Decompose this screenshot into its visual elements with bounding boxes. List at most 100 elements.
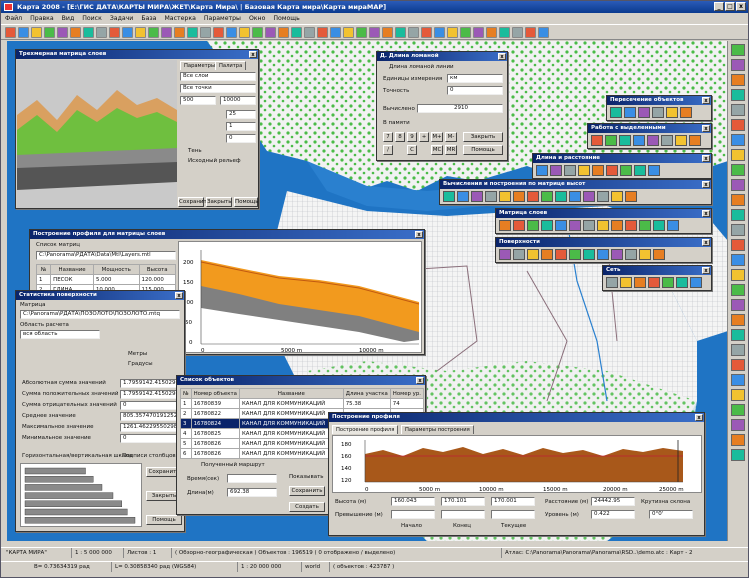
- length-help-button[interactable]: Помощь: [463, 145, 503, 155]
- tool-icon[interactable]: [620, 277, 632, 288]
- toolbar-tool-icon[interactable]: [317, 27, 328, 38]
- close-button[interactable]: x: [736, 2, 746, 11]
- toolbar-tool-icon[interactable]: [44, 27, 55, 38]
- toolbar-tool-icon[interactable]: [135, 27, 146, 38]
- tool-icon[interactable]: [536, 165, 548, 176]
- tool-icon[interactable]: [555, 191, 567, 202]
- tool-icon[interactable]: [620, 165, 632, 176]
- menu-view[interactable]: Вид: [62, 13, 75, 24]
- radio-degrees[interactable]: Градусы: [128, 361, 153, 367]
- tool-icon[interactable]: [555, 249, 567, 260]
- side-tool-icon[interactable]: [730, 269, 745, 281]
- toolbar-tool-icon[interactable]: [538, 27, 549, 38]
- toolbar-tool-icon[interactable]: [187, 27, 198, 38]
- toolbar-tool-icon[interactable]: [369, 27, 380, 38]
- key-mc[interactable]: MC: [431, 145, 443, 155]
- tool-icon[interactable]: [443, 191, 455, 202]
- start-height-field[interactable]: 160.043: [391, 497, 435, 506]
- length-close-button[interactable]: Закрыть: [463, 132, 503, 142]
- tool-icon[interactable]: [583, 220, 595, 231]
- tool-icon[interactable]: [606, 277, 618, 288]
- side-tool-icon[interactable]: [730, 314, 745, 326]
- toolbar-tool-icon[interactable]: [96, 27, 107, 38]
- close-icon[interactable]: x: [249, 51, 257, 58]
- side-tool-icon[interactable]: [730, 134, 745, 146]
- height-min-field[interactable]: 500: [180, 96, 216, 105]
- column-header[interactable]: Номер объекта: [190, 388, 240, 399]
- tool-icon[interactable]: [527, 191, 539, 202]
- tool-icon[interactable]: [569, 220, 581, 231]
- slope-field[interactable]: 0°0': [649, 510, 693, 519]
- tool-icon[interactable]: [605, 135, 617, 146]
- side-tool-icon[interactable]: [730, 359, 745, 371]
- menu-tasks[interactable]: Задачи: [110, 13, 134, 24]
- objects-save-button[interactable]: Сохранить: [289, 486, 325, 496]
- toolbar-tool-icon[interactable]: [83, 27, 94, 38]
- tool-icon[interactable]: [652, 107, 664, 118]
- side-tool-icon[interactable]: [730, 344, 745, 356]
- source-relief-checkbox[interactable]: Исходный рельеф: [188, 158, 241, 164]
- tool-icon[interactable]: [457, 191, 469, 202]
- tool-icon[interactable]: [485, 191, 497, 202]
- toolbar-tool-icon[interactable]: [343, 27, 354, 38]
- key-clear[interactable]: C: [407, 145, 417, 155]
- toolbar-tool-icon[interactable]: [265, 27, 276, 38]
- tool-icon[interactable]: [625, 191, 637, 202]
- tool-icon[interactable]: [625, 249, 637, 260]
- tool-icon[interactable]: [633, 135, 645, 146]
- toolbar-tool-icon[interactable]: [460, 27, 471, 38]
- side-tool-icon[interactable]: [730, 74, 745, 86]
- menu-database[interactable]: База: [141, 13, 156, 24]
- toolbar-tool-icon[interactable]: [252, 27, 263, 38]
- toolbar-tool-icon[interactable]: [239, 27, 250, 38]
- column-header[interactable]: №: [35, 264, 52, 275]
- tool-icon[interactable]: [499, 191, 511, 202]
- objects-create-button[interactable]: Создать: [289, 502, 325, 512]
- side-tool-icon[interactable]: [730, 299, 745, 311]
- tool-icon[interactable]: [610, 107, 622, 118]
- toolbar-tool-icon[interactable]: [330, 27, 341, 38]
- shadow-checkbox[interactable]: Тень: [188, 148, 202, 154]
- tool-icon[interactable]: [647, 135, 659, 146]
- toolbar-tool-icon[interactable]: [31, 27, 42, 38]
- key-divide[interactable]: /: [383, 145, 393, 155]
- tool-icon[interactable]: [639, 249, 651, 260]
- toolbar-tool-icon[interactable]: [421, 27, 432, 38]
- tool-icon[interactable]: [690, 277, 702, 288]
- tab-build-profile[interactable]: Построение профиля: [332, 425, 399, 434]
- tool-icon[interactable]: [471, 191, 483, 202]
- side-tool-icon[interactable]: [730, 149, 745, 161]
- menu-file[interactable]: Файл: [5, 13, 22, 24]
- start-excess-field[interactable]: [391, 510, 435, 519]
- toolbar-tool-icon[interactable]: [473, 27, 484, 38]
- tool-icon[interactable]: [648, 165, 660, 176]
- tab-palette[interactable]: Палитра: [215, 61, 247, 70]
- toolbar-tool-icon[interactable]: [200, 27, 211, 38]
- column-signatures-checkbox[interactable]: Подписи столбцов: [122, 453, 176, 459]
- tool-icon[interactable]: [513, 191, 525, 202]
- close-icon[interactable]: x: [416, 377, 424, 384]
- column-header[interactable]: Название: [238, 388, 344, 399]
- side-tool-icon[interactable]: [730, 389, 745, 401]
- side-tool-icon[interactable]: [730, 119, 745, 131]
- side-tool-icon[interactable]: [730, 104, 745, 116]
- accuracy-select[interactable]: 0: [447, 86, 503, 95]
- toolbar-tool-icon[interactable]: [304, 27, 315, 38]
- toolbar-tool-icon[interactable]: [512, 27, 523, 38]
- tool-icon[interactable]: [625, 220, 637, 231]
- close-icon[interactable]: x: [702, 125, 710, 132]
- tool-icon[interactable]: [611, 220, 623, 231]
- menu-help[interactable]: Помощь: [273, 13, 299, 24]
- toolbar-tool-icon[interactable]: [213, 27, 224, 38]
- side-tool-icon[interactable]: [730, 254, 745, 266]
- tool-icon[interactable]: [648, 277, 660, 288]
- close-icon[interactable]: x: [702, 181, 710, 188]
- side-tool-icon[interactable]: [730, 164, 745, 176]
- tool-icon[interactable]: [541, 220, 553, 231]
- surface-help-button[interactable]: Помощь: [234, 197, 258, 207]
- close-icon[interactable]: x: [702, 267, 710, 274]
- column-header[interactable]: Мощность: [92, 264, 140, 275]
- side-tool-icon[interactable]: [730, 89, 745, 101]
- column-header[interactable]: Номер ур.: [389, 388, 425, 399]
- side-tool-icon[interactable]: [730, 449, 745, 461]
